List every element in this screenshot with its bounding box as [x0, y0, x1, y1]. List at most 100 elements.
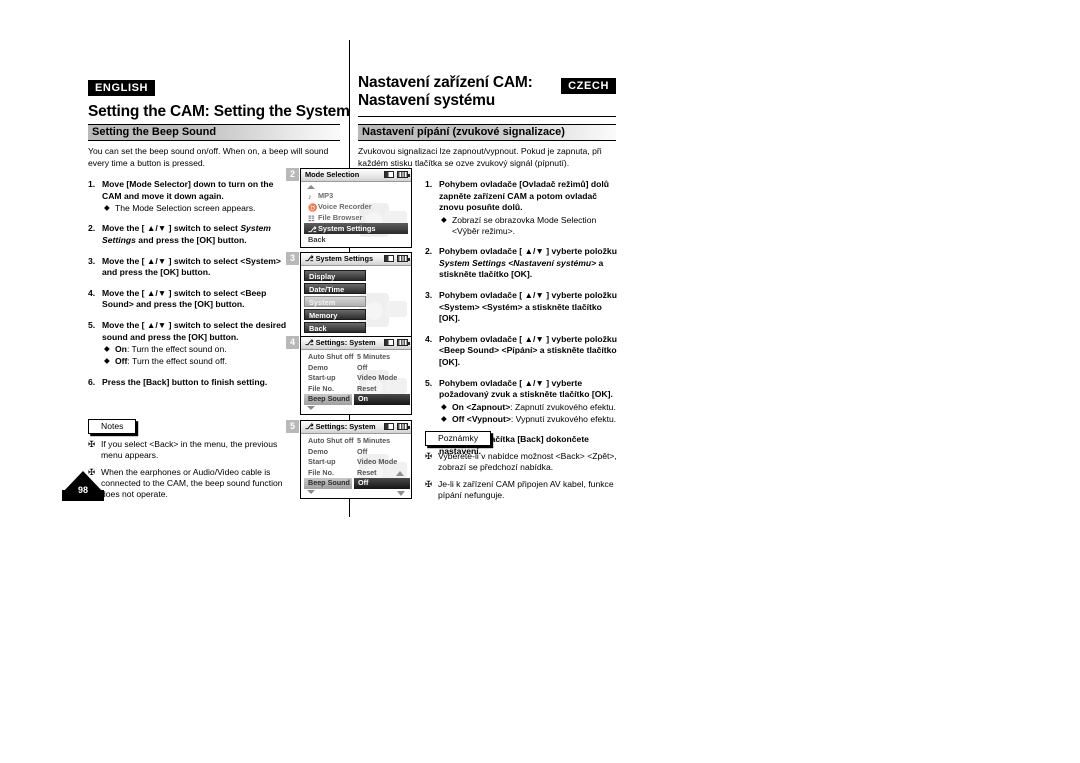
scroll-down-arrow-icon[interactable] — [307, 405, 411, 411]
page-number: 98 — [77, 485, 88, 495]
lcd-body: Display Date/Time System Memory Back — [301, 266, 411, 337]
lcd-screen: ⎇ Settings: System Auto Shut off 5 Minutes… — [300, 336, 412, 415]
scroll-down-arrow-icon[interactable] — [307, 489, 411, 495]
diamond-bullet-icon: ◆ — [441, 214, 447, 224]
language-badge-czech: CZECH — [561, 78, 616, 94]
battery-icon — [397, 255, 410, 262]
value-scroll-down-arrow-icon[interactable] — [397, 490, 405, 496]
lcd-title-bar: ⎇ Settings: System — [301, 421, 411, 434]
lcd-menu-button[interactable]: Back — [304, 322, 366, 333]
setting-value: Video Mode — [357, 457, 398, 467]
lcd-menu-button[interactable]: Display — [304, 270, 366, 281]
header-czech: CZECH Nastavení zařízení CAM: Nastavení … — [358, 74, 616, 117]
step-item: 1. Pohybem ovladače [Ovladač režimů] dolů… — [425, 179, 618, 237]
setting-value: 5 Minutes — [357, 352, 391, 361]
header-rule-right — [358, 116, 616, 117]
step-text: Press the [Back] button to finish settin… — [102, 376, 268, 387]
memory-card-icon — [384, 171, 394, 178]
battery-icon — [397, 339, 410, 346]
lcd-status-icons — [384, 423, 410, 430]
intro-paragraph-czech: Zvukovou signalizaci lze zapnout/vypnout… — [358, 146, 602, 168]
lcd-step-number: 2 — [286, 168, 299, 181]
setting-label: File No. — [308, 467, 334, 477]
note-text: If you select <Back> in the menu, the pr… — [101, 439, 278, 461]
step-number: 6. — [88, 376, 96, 387]
lcd-menu-button-selected[interactable]: System — [304, 296, 366, 307]
page-title-czech-line1: Nastavení zařízení CAM: — [358, 74, 533, 91]
setting-value: Video Mode — [357, 373, 398, 383]
lcd-body: Auto Shut off 5 Minutes Demo Off Start-up Vid… — [301, 350, 411, 414]
setting-label: Start-up — [308, 457, 336, 467]
lcd-setting-row[interactable]: Auto Shut off 5 Minutes — [304, 436, 408, 447]
lcd-title-text: Mode Selection — [305, 170, 360, 179]
lcd-menu-item[interactable]: ☷ File Browser — [304, 212, 408, 223]
lcd-setting-row[interactable]: Auto Shut off 5 Minutes — [304, 352, 408, 363]
step-number: 1. — [425, 179, 433, 189]
note-item: ✠ Je-li k zařízení CAM připojen AV kabel,… — [425, 479, 618, 502]
section-title-english: Setting the Beep Sound — [92, 126, 217, 138]
notes-label-czech: Poznámky — [425, 431, 492, 446]
step-number: 3. — [88, 255, 96, 266]
lcd-setting-row-selected[interactable]: Beep Sound On — [304, 394, 410, 405]
step-text-emphasis: System Settings — [102, 223, 271, 245]
value-scroll-up-arrow-icon[interactable] — [396, 470, 404, 476]
lcd-screen: ⎇ System Settings Display Date/Time System M… — [300, 252, 412, 338]
lcd-menu-item[interactable]: ♉ Voice Recorder — [304, 201, 408, 212]
lcd-menu-button[interactable]: Memory — [304, 309, 366, 320]
section-title-czech: Nastavení pípání (zvukové signalizace) — [362, 126, 565, 138]
step-item: 3. Move the [ ▲/▼ ] switch to select <Sys… — [88, 256, 293, 279]
header-english: ENGLISH Setting the CAM: Setting the Sys… — [88, 78, 350, 127]
note-item: ✠ Vyberete-li v nabídce možnost <Back> <Z… — [425, 451, 618, 474]
setting-value: 5 Minutes — [357, 436, 391, 445]
step-subitem-text: On <Zapnout>: Zapnutí zvukového efektu. — [452, 401, 616, 412]
lcd-setting-row[interactable]: Demo Off — [304, 363, 408, 374]
step-text: Pohybem ovladače [Ovladač režimů] dolů z… — [439, 179, 610, 213]
lcd-setting-row[interactable]: File No. Reset — [304, 468, 408, 479]
menu-button-label: Date/Time — [309, 285, 345, 294]
lcd-menu-item[interactable]: ♪ MP3 — [304, 190, 408, 201]
step-number: 5. — [88, 319, 96, 330]
lcd-status-icons — [384, 255, 410, 262]
setting-label: Auto Shut off — [308, 436, 354, 445]
page-title-czech: Nastavení zařízení CAM: Nastavení systém… — [358, 74, 533, 110]
lcd-setting-row[interactable]: Demo Off — [304, 447, 408, 458]
lcd-menu-item-selected[interactable]: ⎇ System Settings — [304, 223, 408, 234]
menu-item-label: MP3 — [318, 191, 334, 200]
step-item: 6. Press the [Back] button to finish sett… — [88, 377, 293, 389]
page-title-czech-line2: Nastavení systému — [358, 92, 496, 109]
lcd-footer — [307, 405, 411, 412]
notes-label-english: Notes — [88, 419, 137, 434]
lcd-setting-row[interactable]: File No. Reset — [304, 384, 408, 395]
notes-block-english: Notes ✠ If you select <Back> in the menu,… — [88, 416, 293, 500]
menu-item-label: Voice Recorder — [318, 202, 372, 211]
diamond-bullet-icon: ◆ — [441, 401, 447, 411]
diamond-bullet-icon: ◆ — [104, 203, 110, 213]
notes-items-english: ✠ If you select <Back> in the menu, the p… — [88, 439, 293, 500]
step-subitem-text: Zobrazí se obrazovka Mode Selection <Výb… — [452, 214, 597, 236]
lcd-menu-item[interactable]: Back — [304, 234, 408, 245]
lcd-title-bar: Mode Selection — [301, 169, 411, 182]
setting-label: File No. — [308, 383, 334, 393]
step-subitem-label: Off — [115, 356, 128, 367]
step-subitem: ◆ Off: Turn the effect sound off. — [102, 356, 293, 367]
lcd-body: ♪ MP3 ♉ Voice Recorder ☷ File Browser ⎇ System … — [301, 182, 411, 247]
setting-label: Auto Shut off — [308, 352, 354, 361]
lcd-menu-button[interactable]: Date/Time — [304, 283, 366, 294]
memory-card-icon — [384, 339, 394, 346]
menu-item-label: Back — [308, 235, 326, 244]
language-badge-english: ENGLISH — [88, 80, 156, 96]
step-text: Move the [ ▲/▼ ] switch to select System… — [102, 223, 271, 245]
step-number: 2. — [88, 223, 96, 234]
lcd-setting-row-selected[interactable]: Beep Sound Off — [304, 478, 410, 489]
memory-card-icon — [384, 423, 394, 430]
step-item: 4. Move the [ ▲/▼ ] switch to select <Bee… — [88, 288, 293, 311]
lcd-title-text: ⎇ System Settings — [305, 254, 374, 263]
step-subitem: ◆ Zobrazí se obrazovka Mode Selection <Vý… — [439, 215, 618, 237]
lcd-setting-row[interactable]: Start-up Video Mode — [304, 457, 408, 468]
lcd-setting-row[interactable]: Start-up Video Mode — [304, 373, 408, 384]
diamond-bullet-icon: ◆ — [104, 356, 110, 366]
step-number: 2. — [425, 246, 433, 257]
step-number: 5. — [425, 377, 433, 388]
notes-block-czech: Poznámky ✠ Vyberete-li v nabídce možnost … — [425, 428, 618, 501]
lcd-screen: Mode Selection ♪ MP3 ♉ Voice Recorder ☷ File B… — [300, 168, 412, 248]
